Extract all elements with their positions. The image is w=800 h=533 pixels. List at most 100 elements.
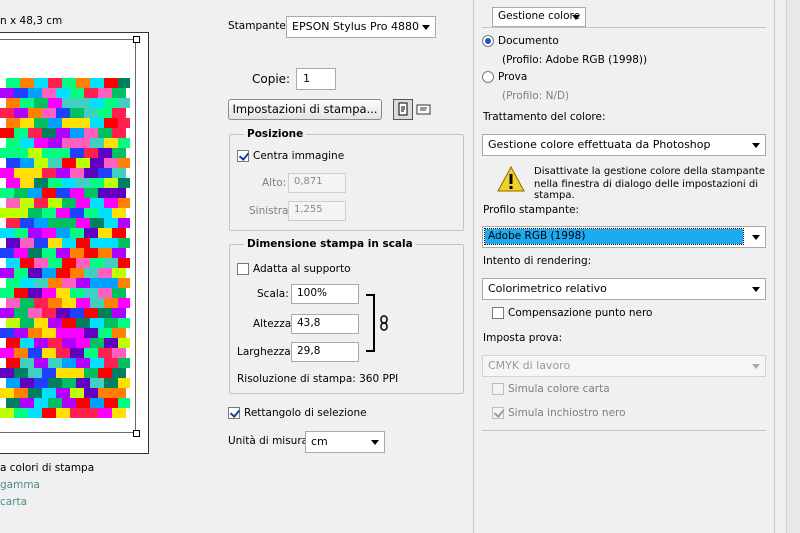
section-dropdown[interactable]: Gestione colore bbox=[492, 7, 586, 27]
scrollbar[interactable] bbox=[786, 0, 800, 533]
color-patch bbox=[14, 208, 28, 218]
color-patch bbox=[34, 158, 48, 168]
color-patch bbox=[70, 348, 84, 358]
document-radio[interactable] bbox=[482, 35, 494, 47]
color-patch bbox=[104, 138, 118, 148]
color-patch bbox=[90, 118, 104, 128]
color-patch bbox=[28, 308, 42, 318]
copies-input[interactable]: 1 bbox=[296, 68, 336, 90]
proof-radio[interactable] bbox=[482, 71, 494, 83]
scale-input[interactable]: 100% bbox=[291, 284, 359, 304]
color-patch bbox=[20, 258, 34, 268]
color-patch bbox=[6, 218, 20, 228]
color-patch bbox=[70, 328, 84, 338]
simulate-ink-checkbox[interactable] bbox=[492, 407, 504, 419]
color-patch bbox=[42, 108, 56, 118]
height-input[interactable]: 43,8 bbox=[291, 314, 359, 334]
color-patch bbox=[70, 168, 84, 178]
color-patch bbox=[90, 138, 104, 148]
chevron-down-icon bbox=[752, 364, 760, 369]
units-dropdown[interactable]: cm bbox=[305, 431, 385, 453]
proof-setup-value: CMYK di lavoro bbox=[488, 359, 571, 372]
color-patch bbox=[34, 278, 48, 288]
chain-link-icon[interactable] bbox=[379, 315, 389, 331]
color-patch bbox=[98, 328, 112, 338]
color-patch bbox=[84, 228, 98, 238]
bounding-box-label: Rettangolo di selezione bbox=[244, 407, 367, 419]
color-patch bbox=[70, 308, 84, 318]
color-patch bbox=[0, 288, 14, 298]
color-patch bbox=[28, 168, 42, 178]
proof-setup-label: Imposta prova: bbox=[483, 332, 563, 344]
color-patch bbox=[0, 168, 14, 178]
color-patch bbox=[76, 358, 90, 368]
bounding-handle-br[interactable] bbox=[133, 430, 140, 437]
color-patch bbox=[112, 148, 126, 158]
color-patch bbox=[34, 378, 48, 388]
color-patch bbox=[104, 118, 118, 128]
orientation-landscape-icon[interactable] bbox=[415, 100, 433, 118]
legend-item: a colori di stampa bbox=[0, 462, 95, 474]
color-patch bbox=[104, 398, 118, 408]
center-image-checkbox[interactable] bbox=[237, 150, 249, 162]
color-patch bbox=[42, 288, 56, 298]
color-patch bbox=[118, 258, 130, 268]
color-patch bbox=[84, 368, 98, 378]
color-patch bbox=[98, 208, 112, 218]
proof-profile: (Profilo: N/D) bbox=[502, 90, 570, 102]
color-patch bbox=[56, 88, 70, 98]
black-point-checkbox[interactable] bbox=[492, 307, 504, 319]
document-label: Documento bbox=[498, 35, 559, 47]
color-patch bbox=[34, 358, 48, 368]
color-patch bbox=[56, 228, 70, 238]
color-patch bbox=[112, 368, 126, 378]
color-patch bbox=[98, 368, 112, 378]
print-settings-button[interactable]: Impostazioni di stampa... bbox=[228, 99, 382, 120]
printer-profile-dropdown[interactable]: Adobe RGB (1998) bbox=[482, 226, 766, 248]
color-patch bbox=[98, 388, 112, 398]
units-label: Unità di misura: bbox=[228, 435, 312, 447]
width-input[interactable]: 29,8 bbox=[291, 342, 359, 362]
bounding-handle-tr[interactable] bbox=[133, 36, 140, 43]
top-input[interactable]: 0,871 bbox=[288, 173, 346, 193]
color-patch bbox=[98, 188, 112, 198]
warning-icon bbox=[496, 165, 526, 193]
color-patch bbox=[62, 358, 76, 368]
orientation-portrait-icon[interactable] bbox=[393, 99, 413, 120]
color-patch bbox=[0, 268, 14, 278]
color-patch bbox=[84, 188, 98, 198]
color-patch bbox=[98, 268, 112, 278]
bounding-box-checkbox[interactable] bbox=[228, 407, 240, 419]
color-patch bbox=[56, 148, 70, 158]
color-handling-dropdown[interactable]: Gestione colore effettuata da Photoshop bbox=[482, 134, 766, 156]
proof-setup-dropdown[interactable]: CMYK di lavoro bbox=[482, 355, 766, 377]
color-patch bbox=[104, 238, 118, 248]
color-patch bbox=[90, 378, 104, 388]
units-value: cm bbox=[311, 435, 328, 448]
printer-value: EPSON Stylus Pro 4880 bbox=[292, 20, 419, 33]
color-patch bbox=[20, 278, 34, 288]
color-patch bbox=[98, 228, 112, 238]
color-patch bbox=[0, 88, 14, 98]
color-patch bbox=[28, 88, 42, 98]
color-patch bbox=[20, 178, 34, 188]
color-patch bbox=[34, 198, 48, 208]
printer-dropdown[interactable]: EPSON Stylus Pro 4880 bbox=[286, 16, 436, 38]
color-patch bbox=[42, 208, 56, 218]
rendering-intent-dropdown[interactable]: Colorimetrico relativo bbox=[482, 278, 766, 300]
color-patch bbox=[28, 408, 42, 418]
color-patch bbox=[48, 258, 62, 268]
color-patch bbox=[20, 158, 34, 168]
left-input[interactable]: 1,255 bbox=[288, 201, 346, 221]
color-patch bbox=[104, 318, 118, 328]
legend-item: carta bbox=[0, 496, 28, 508]
scale-to-fit-checkbox[interactable] bbox=[237, 263, 249, 275]
chevron-down-icon bbox=[572, 15, 580, 20]
color-patch bbox=[0, 228, 14, 238]
color-patch bbox=[14, 348, 28, 358]
color-patch bbox=[42, 88, 56, 98]
simulate-paper-checkbox[interactable] bbox=[492, 383, 504, 395]
color-patch bbox=[20, 378, 34, 388]
color-patch bbox=[6, 338, 20, 348]
color-patch bbox=[34, 138, 48, 148]
